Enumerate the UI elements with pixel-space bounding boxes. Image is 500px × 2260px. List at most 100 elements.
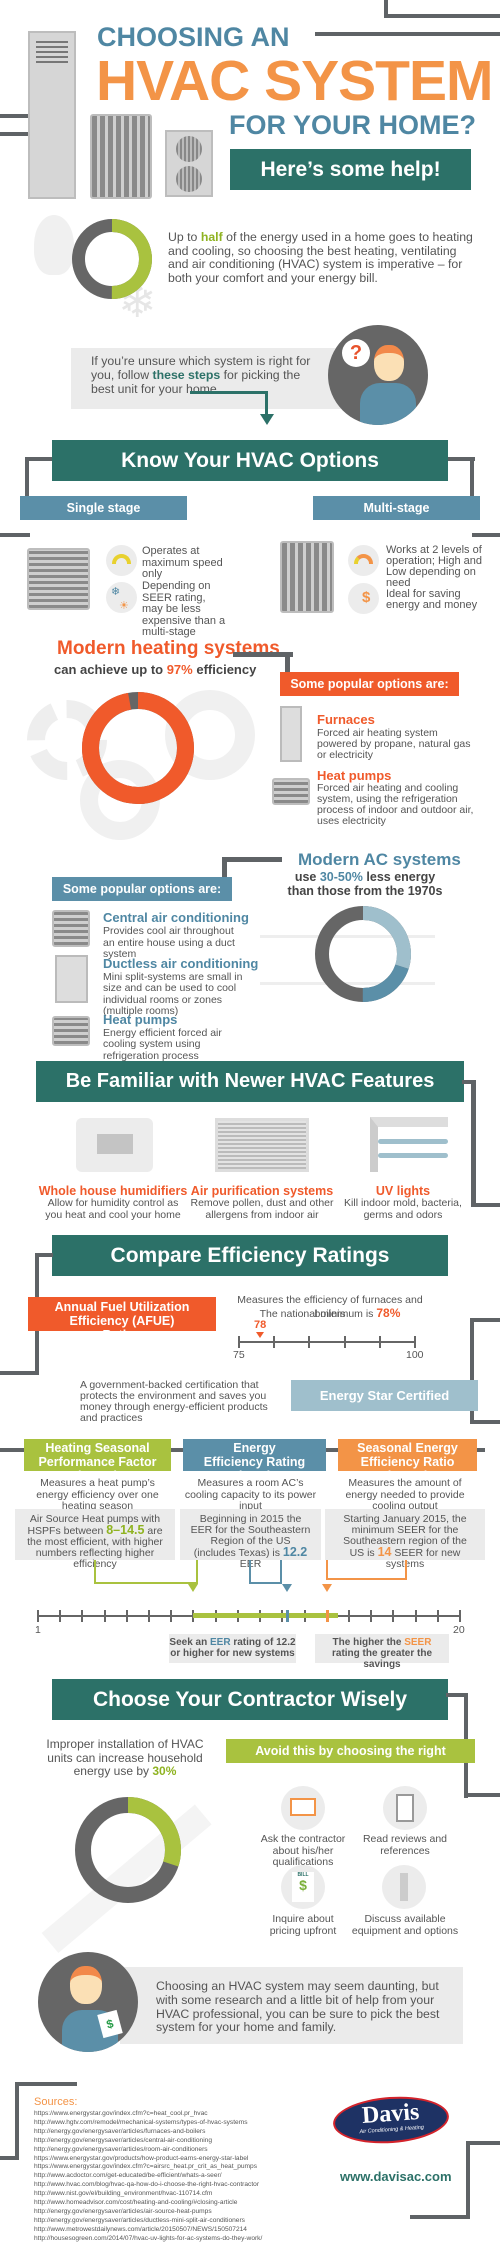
scale-tick (436, 1610, 439, 1622)
single-stage-tab: Single stage (20, 496, 187, 520)
source-link[interactable]: http://www.hvac.com/blog/hvac-qa-how-do-… (34, 2181, 334, 2190)
source-link[interactable]: http://www.acdoctor.com/get-educated/be-… (34, 2172, 334, 2181)
scale-tick (414, 1610, 417, 1622)
heat-pump-ac-icon (52, 1016, 90, 1046)
heat-pump-icon (272, 778, 310, 805)
scale-tick (148, 1610, 151, 1622)
equipment-icon (382, 1865, 426, 1909)
stat-pre: Improper installation of HVAC units can … (46, 1737, 204, 1778)
central-ac-icon (52, 910, 90, 947)
improper-install-text: Improper installation of HVAC units can … (45, 1737, 205, 1779)
cooling-sub-highlight: 30-50% (319, 870, 363, 884)
feature-title: UV lights (375, 1184, 431, 1198)
hspf-desc: Measures a heat pump’s energy efficiency… (36, 1477, 159, 1512)
seer-connector (326, 1560, 407, 1580)
heating-item-desc: Forced air heating and cooling system, u… (317, 782, 474, 827)
furnace-icon (280, 706, 302, 762)
afue-scale (238, 1336, 416, 1348)
pipe (470, 1420, 500, 1424)
website-link[interactable]: www.davisac.com (340, 2169, 452, 2184)
afue-min-value: 78% (376, 1306, 401, 1320)
pipe (472, 533, 500, 537)
pipe (466, 2141, 500, 2145)
source-link[interactable]: http://energy.gov/energysaver/articles/f… (34, 2128, 334, 2137)
pipe (15, 2082, 77, 2086)
air-filter-illustration (215, 1118, 309, 1172)
certificate-icon (281, 1786, 325, 1830)
pipe (384, 14, 500, 18)
multi-point2: Ideal for saving energy and money (386, 588, 478, 611)
pipe (0, 1371, 39, 1375)
afue-scale-min: 75 (233, 1349, 245, 1361)
callout-pre: Seek an (169, 1637, 210, 1648)
single-stage-unit-illustration (27, 548, 90, 610)
mini-split-illustration (165, 130, 213, 197)
scale-tick (170, 1610, 173, 1622)
scale-tick (59, 1610, 62, 1622)
cooling-subtitle: use 30-50% less energy than those from t… (285, 870, 445, 898)
avatar-confused: ? (328, 325, 428, 425)
cooling-item-title: Ductless air conditioning (103, 956, 259, 971)
eer-desc: Measures a room AC’s cooling capacity to… (184, 1477, 317, 1512)
feature-title: Whole house humidifiers (38, 1184, 188, 1198)
page-title-line2: HVAC SYSTEM (96, 49, 493, 113)
rating-scale-max: 20 (453, 1624, 465, 1636)
source-link[interactable]: http://energy.gov/energysaver/articles/d… (34, 2217, 334, 2226)
heating-item-title: Heat pumps (317, 768, 392, 783)
heating-sub-highlight: 97% (166, 662, 193, 677)
source-link[interactable]: https://www.energystar.gov/index.cfm?c=a… (34, 2163, 334, 2172)
cooling-title: Modern AC systems (298, 850, 461, 869)
pipe (285, 652, 290, 674)
afue-min-pre: The national minimum is (259, 1308, 377, 1320)
section-title-contractor: Choose Your Contractor Wisely (52, 1679, 448, 1720)
scale-tick (125, 1610, 128, 1622)
source-link[interactable]: https://www.energystar.gov/index.cfm?c=h… (34, 2110, 334, 2119)
callout-post: rating the greater the savings (331, 1648, 433, 1670)
detail-highlight: 14 (377, 1545, 392, 1559)
heating-sub-pre: can achieve up to (54, 662, 167, 677)
stat-highlight: 30% (152, 1764, 177, 1778)
source-link[interactable]: http://energy.gov/energysaver/articles/c… (34, 2137, 334, 2146)
scale-tick (81, 1610, 84, 1622)
avoid-contractor-tab: Avoid this by choosing the right contrac… (226, 1739, 475, 1782)
source-link[interactable]: http://www.metrowestdailynews.com/articl… (34, 2226, 334, 2235)
multi-stage-tab: Multi-stage (313, 496, 480, 520)
source-link[interactable]: http://www.homeadvisor.com/cost/heating-… (34, 2199, 334, 2208)
dollar-glyph: $ (362, 589, 371, 606)
feature-uv-lights: UV lights Kill indoor mold, bacteria, ge… (343, 1184, 463, 1221)
scale-tick (370, 1610, 373, 1622)
single-point1: Operates at maximum speed only (142, 545, 223, 580)
single-point2: Depending on SEER rating, may be less ex… (142, 580, 226, 638)
scale-tick (378, 1336, 381, 1348)
source-link[interactable]: http://energy.gov/energysaver/articles/a… (34, 2208, 334, 2217)
half-energy-donut (72, 219, 152, 299)
multi-stage-unit-illustration (280, 541, 334, 613)
scale-tick (414, 1336, 416, 1348)
source-link[interactable]: http://energy.gov/energysaver/articles/r… (34, 2146, 334, 2155)
intro-pre: Up to (168, 230, 201, 244)
source-link[interactable]: http://www.nist.gov/el/building_environm… (34, 2190, 334, 2199)
source-link[interactable]: http://www.hgtv.com/remodel/mechanical-s… (34, 2119, 334, 2128)
pipe (0, 2156, 19, 2160)
pipe (471, 1080, 476, 1166)
cooling-sub-pre: use (294, 870, 320, 884)
pipe (471, 1166, 476, 1206)
eer-callout: Seek an EER rating of 12.2 or higher for… (169, 1634, 296, 1663)
leaf-dollar-icon: $ (348, 583, 379, 614)
source-link[interactable]: http://housesogreen.com/2014/07/hvac-uv-… (34, 2235, 334, 2244)
pipe (0, 114, 28, 118)
scale-tick (37, 1610, 39, 1622)
multi-point1: Works at 2 levels of operation; High and… (386, 544, 483, 589)
scale-tick (459, 1610, 461, 1622)
source-link[interactable]: https://www.energystar.gov/products/how-… (34, 2155, 334, 2164)
pipe (233, 652, 293, 657)
gauge-max-icon (106, 545, 137, 576)
pipe (315, 32, 500, 36)
donut-segment (82, 692, 194, 804)
tip-qualifications: Ask the contractor about his/her qualifi… (260, 1833, 346, 1868)
detail-highlight: 12.2 (282, 1545, 308, 1559)
scale-tick (103, 1610, 106, 1622)
intro-text: Up to half of the energy used in a home … (168, 230, 478, 285)
seer-label: Seasonal Energy Efficiency Ratio (SEER) (338, 1439, 477, 1483)
afue-marker-label: 78 (253, 1319, 267, 1331)
